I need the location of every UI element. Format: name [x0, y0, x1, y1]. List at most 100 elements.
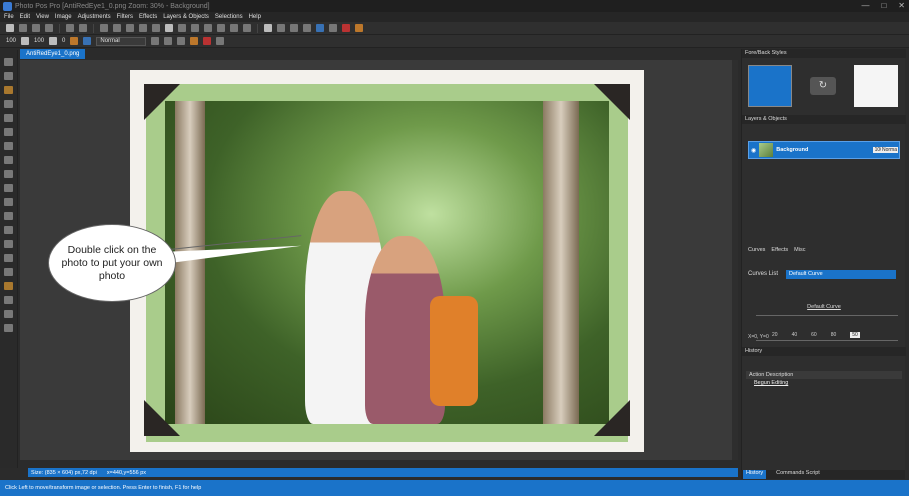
size-value[interactable]: 100: [6, 38, 16, 44]
history-item[interactable]: Begun Editing: [754, 380, 788, 386]
menu-layers-objects[interactable]: Layers & Objects: [163, 14, 209, 20]
shape-tool-icon[interactable]: [4, 198, 13, 206]
history-title: History: [742, 347, 906, 356]
tab-commands-script[interactable]: Commands Script: [776, 470, 820, 479]
vertical-scrollbar[interactable]: [732, 60, 738, 460]
main-toolbar: [0, 22, 909, 35]
menu-help[interactable]: Help: [249, 14, 261, 20]
paste-icon[interactable]: [126, 24, 134, 32]
curve-value[interactable]: 50: [850, 332, 860, 338]
fill-icon[interactable]: [70, 37, 79, 45]
tool-option-b-icon[interactable]: [164, 37, 173, 45]
menu-selections[interactable]: Selections: [215, 14, 243, 20]
third-value[interactable]: 0: [62, 38, 65, 44]
zoom-tool-icon[interactable]: [4, 72, 13, 80]
hue-icon[interactable]: [303, 24, 311, 32]
cut-icon[interactable]: [100, 24, 108, 32]
tool-option-d-icon[interactable]: [190, 37, 199, 45]
undo-icon[interactable]: [66, 24, 74, 32]
fit-icon[interactable]: [243, 24, 251, 32]
curves-icon[interactable]: [277, 24, 285, 32]
layer-mode[interactable]: Norma: [880, 147, 898, 153]
tab-history[interactable]: History: [743, 470, 767, 479]
brush-tool-icon[interactable]: [4, 212, 13, 220]
ruler-icon[interactable]: [217, 24, 225, 32]
adjust-tabs: Curves Effects Misc: [748, 247, 805, 253]
eye-icon[interactable]: ◉: [751, 147, 756, 154]
opacity-value[interactable]: 100: [34, 38, 44, 44]
selection-tool-icon[interactable]: [4, 128, 13, 136]
image-page[interactable]: [130, 70, 644, 452]
brightness-icon[interactable]: [290, 24, 298, 32]
photo-placeholder[interactable]: [165, 101, 609, 424]
curves-list-row: Curves List Default Curve: [748, 269, 900, 279]
sharpen-icon[interactable]: [329, 24, 337, 32]
rotate-icon[interactable]: [178, 24, 186, 32]
menu-image[interactable]: Image: [55, 14, 72, 20]
layer-row-background[interactable]: ◉ Background 100 Norma: [748, 141, 900, 159]
menu-view[interactable]: View: [36, 14, 49, 20]
paste-new-icon[interactable]: [139, 24, 147, 32]
text-tool-icon[interactable]: [4, 184, 13, 192]
curves-list-label[interactable]: Curves List: [748, 271, 778, 277]
smudge-tool-icon[interactable]: [4, 296, 13, 304]
menu-effects[interactable]: Effects: [139, 14, 157, 20]
menu-file[interactable]: File: [4, 14, 14, 20]
tab-misc[interactable]: Misc: [794, 247, 805, 253]
swap-colors-icon[interactable]: ↻: [810, 77, 836, 95]
red-eye-icon[interactable]: [342, 24, 350, 32]
levels-icon[interactable]: [264, 24, 272, 32]
print-icon[interactable]: [45, 24, 53, 32]
copy-icon[interactable]: [113, 24, 121, 32]
backpack-orange: [430, 296, 478, 406]
menu-adjustments[interactable]: Adjustments: [78, 14, 111, 20]
magic-wand-icon[interactable]: [4, 114, 13, 122]
layer-name: Background: [776, 147, 809, 153]
effects-icon[interactable]: [355, 24, 363, 32]
minimize-icon[interactable]: —: [861, 1, 869, 10]
open-file-icon[interactable]: [19, 24, 27, 32]
tab-curves[interactable]: Curves: [748, 247, 765, 253]
background-swatch[interactable]: [854, 65, 898, 107]
cancel-icon[interactable]: [203, 37, 212, 45]
eraser-tool-icon[interactable]: [4, 254, 13, 262]
crop-tool-icon[interactable]: [4, 100, 13, 108]
callout-text: Double click on the photo to put your ow…: [61, 243, 163, 282]
eyedropper-icon[interactable]: [4, 156, 13, 164]
color-balance-icon[interactable]: [316, 24, 324, 32]
new-file-icon[interactable]: [6, 24, 14, 32]
save-icon[interactable]: [32, 24, 40, 32]
tool-option-c-icon[interactable]: [177, 37, 186, 45]
move-tool-icon[interactable]: [4, 58, 13, 66]
transform-tool-icon[interactable]: [4, 86, 13, 94]
menu-edit[interactable]: Edit: [20, 14, 30, 20]
resize-icon[interactable]: [165, 24, 173, 32]
fill-tool-icon[interactable]: [4, 226, 13, 234]
lasso-tool-icon[interactable]: [4, 142, 13, 150]
hint-status-bar: Click Left to move/transform image or se…: [0, 480, 909, 496]
gradient-tool-icon[interactable]: [4, 268, 13, 276]
tool-option-a-icon[interactable]: [151, 37, 160, 45]
clone-tool-icon[interactable]: [4, 170, 13, 178]
curve-selected[interactable]: Default Curve: [786, 269, 897, 279]
color-icon[interactable]: [83, 37, 92, 45]
dodge-tool-icon[interactable]: [4, 310, 13, 318]
zoom-icon[interactable]: [230, 24, 238, 32]
foreground-swatch[interactable]: [748, 65, 792, 107]
pencil-tool-icon[interactable]: [4, 240, 13, 248]
close-icon[interactable]: ✕: [898, 1, 905, 10]
tab-effects[interactable]: Effects: [771, 247, 788, 253]
stamp-tool-icon[interactable]: [4, 282, 13, 290]
curve-tick: 40: [791, 332, 798, 338]
apply-icon[interactable]: [216, 37, 225, 45]
burn-tool-icon[interactable]: [4, 324, 13, 332]
maximize-icon[interactable]: □: [881, 1, 886, 10]
menu-filters[interactable]: Filters: [117, 14, 133, 20]
tab-document[interactable]: AntiRedEye1_0.png: [20, 49, 86, 59]
blend-mode-select[interactable]: Normal: [96, 36, 147, 46]
grid-icon[interactable]: [204, 24, 212, 32]
crop-icon[interactable]: [152, 24, 160, 32]
flip-icon[interactable]: [191, 24, 199, 32]
history-header: Action Description: [746, 371, 902, 379]
redo-icon[interactable]: [79, 24, 87, 32]
